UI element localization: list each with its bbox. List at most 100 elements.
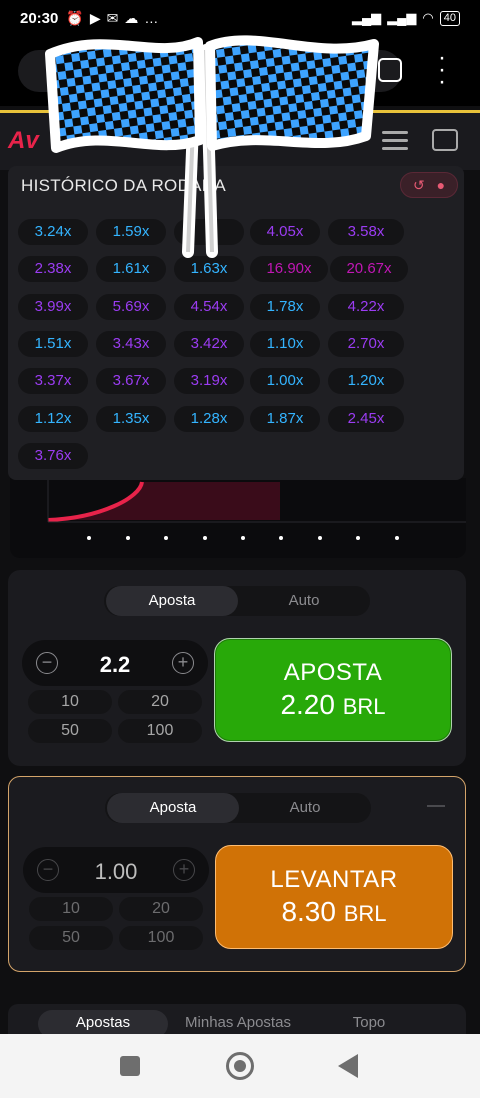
place-bet-amount-line: 2.20 BRL — [215, 689, 451, 721]
quick-amount-button[interactable]: 50 — [28, 719, 112, 743]
history-value-pill[interactable]: 1.59x — [96, 219, 166, 245]
more-icon: … — [144, 10, 159, 26]
chat-icon[interactable] — [432, 129, 458, 151]
remove-panel-icon[interactable] — [427, 805, 445, 807]
bet-mode-tabs: Aposta Auto — [104, 586, 370, 616]
timeline-dot — [279, 536, 284, 540]
status-bar: 20:30 ⏰ ▶ ✉ ☁ … ▂▄▆ ▂▄▆ ◠ 40 — [0, 0, 480, 36]
tab-bet[interactable]: Aposta — [107, 793, 239, 823]
plus-icon[interactable]: + — [172, 652, 194, 674]
history-value-pill[interactable]: 2.45x — [328, 405, 404, 432]
drop-icon: ● — [436, 177, 446, 193]
history-value-pill[interactable]: 1.20x — [328, 368, 404, 395]
timeline-dot — [87, 536, 92, 540]
tab-auto[interactable]: Auto — [245, 793, 365, 823]
history-value-pill[interactable]: 1.61x — [96, 256, 166, 283]
amount-input[interactable]: 2.2 — [62, 652, 168, 678]
place-bet-label: APOSTA — [283, 659, 383, 686]
history-value-pill[interactable]: 2.38x — [18, 256, 88, 283]
quick-amount-button[interactable]: 50 — [29, 926, 113, 950]
back-icon[interactable] — [338, 1054, 358, 1078]
tab-bet[interactable]: Aposta — [106, 586, 238, 616]
place-bet-currency: BRL — [342, 694, 386, 719]
game-canvas — [10, 478, 466, 558]
history-value-pill[interactable]: 5.69x — [96, 293, 166, 320]
browser-menu-icon[interactable]: · · · — [434, 46, 450, 94]
history-value-pill[interactable]: 3.67x — [96, 368, 166, 395]
history-value-pill[interactable]: 1.28x — [174, 405, 244, 432]
place-bet-amount: 2.20 — [280, 689, 335, 720]
bet-panel-1: Aposta Auto − 2.2 + 10 20 50 100 APOSTA … — [8, 570, 466, 766]
amount-stepper: − 1.00 + — [23, 847, 209, 893]
signal-2-icon: ▂▄▆ — [387, 10, 417, 25]
quick-amount-button[interactable]: 20 — [118, 690, 202, 714]
alarm-icon: ⏰ — [66, 9, 84, 26]
timeline-dot — [202, 536, 207, 540]
history-value-pill[interactable]: 1.35x — [96, 405, 166, 432]
history-value-pill[interactable]: 1.87x — [250, 405, 320, 432]
quick-amount-button[interactable]: 20 — [119, 897, 203, 921]
history-value-pill[interactable]: 3.19x — [174, 368, 244, 395]
signal-icon: ▂▄▆ — [351, 10, 382, 25]
recents-icon[interactable] — [120, 1056, 140, 1076]
aviator-logo: Av — [8, 127, 39, 154]
system-nav-bar — [0, 1034, 480, 1098]
history-value-pill[interactable]: 3.24x — [18, 219, 88, 245]
minus-icon[interactable]: − — [37, 859, 59, 881]
timeline-dot — [164, 536, 169, 540]
history-icon: ↺ — [412, 176, 425, 193]
history-title: HISTÓRICO DA RODADA — [21, 176, 227, 195]
address-bar[interactable] — [18, 50, 402, 92]
history-value-pill[interactable]: 1.12x — [18, 405, 88, 432]
timeline-dot — [356, 536, 361, 540]
status-notification-icons: ⏰ ▶ ✉ ☁ … — [66, 10, 158, 27]
amount-input[interactable]: 1.00 — [63, 859, 169, 885]
history-value-pill[interactable]: 4.54x — [174, 293, 244, 320]
history-value-pill[interactable]: 3.99x — [18, 293, 88, 320]
timeline-dot — [394, 536, 399, 540]
home-icon[interactable] — [226, 1052, 254, 1080]
mail-icon: ✉ — [106, 9, 119, 26]
history-value-pill[interactable]: 20.67x — [330, 256, 408, 283]
hamburger-menu-icon[interactable] — [382, 131, 408, 155]
history-value-pill[interactable]: 3.42x — [174, 330, 244, 357]
quick-amount-button[interactable]: 100 — [118, 719, 202, 743]
history-toggle[interactable]: ↺ ● — [400, 172, 458, 198]
timeline-dots — [10, 536, 466, 540]
app-header: Av — [0, 110, 480, 170]
history-value-pill[interactable]: 3.43x — [96, 330, 166, 357]
history-value-pill[interactable] — [174, 219, 244, 245]
round-history-panel: HISTÓRICO DA RODADA ↺ ● 3.24x 1.59x 4.05x 3… — [8, 166, 464, 480]
flight-curve — [47, 478, 466, 523]
quick-amount-button[interactable]: 100 — [119, 926, 203, 950]
tab-auto[interactable]: Auto — [244, 586, 364, 616]
battery-icon: 40 — [439, 10, 460, 26]
history-value-pill[interactable]: 1.00x — [250, 368, 320, 395]
history-value-pill[interactable]: 2.70x — [328, 330, 404, 357]
minus-icon[interactable]: − — [36, 652, 58, 674]
history-value-pill[interactable]: 1.78x — [250, 293, 320, 320]
place-bet-button[interactable]: APOSTA 2.20 BRL — [214, 638, 452, 742]
history-value-pill[interactable]: 3.37x — [18, 368, 88, 395]
history-value-pill[interactable]: 1.63x — [174, 256, 244, 283]
quick-amount-button[interactable]: 10 — [29, 897, 113, 921]
timeline-dot — [125, 536, 130, 540]
history-value-pill[interactable]: 3.58x — [328, 219, 404, 245]
plus-icon[interactable]: + — [173, 859, 195, 881]
status-time: 20:30 — [20, 9, 59, 27]
history-value-pill[interactable]: 3.76x — [18, 442, 88, 469]
history-value-pill[interactable]: 1.51x — [18, 330, 88, 357]
tab-switcher-icon[interactable] — [378, 58, 402, 82]
timeline-dot — [240, 536, 245, 540]
app-root: 20:30 ⏰ ▶ ✉ ☁ … ▂▄▆ ▂▄▆ ◠ 40 · · · Av HI… — [0, 0, 480, 1098]
cash-out-currency: BRL — [343, 901, 387, 926]
bet-panel-2: Aposta Auto − 1.00 + 10 20 50 100 LEVANT… — [8, 776, 466, 972]
quick-amount-button[interactable]: 10 — [28, 690, 112, 714]
history-value-pill[interactable]: 4.22x — [328, 293, 404, 320]
cash-out-label: LEVANTAR — [270, 866, 398, 893]
cash-out-button[interactable]: LEVANTAR 8.30 BRL — [215, 845, 453, 949]
cloud-icon: ☁ — [124, 9, 139, 26]
history-value-pill[interactable]: 16.90x — [250, 256, 328, 283]
history-value-pill[interactable]: 1.10x — [250, 330, 320, 357]
history-value-pill[interactable]: 4.05x — [250, 219, 320, 245]
